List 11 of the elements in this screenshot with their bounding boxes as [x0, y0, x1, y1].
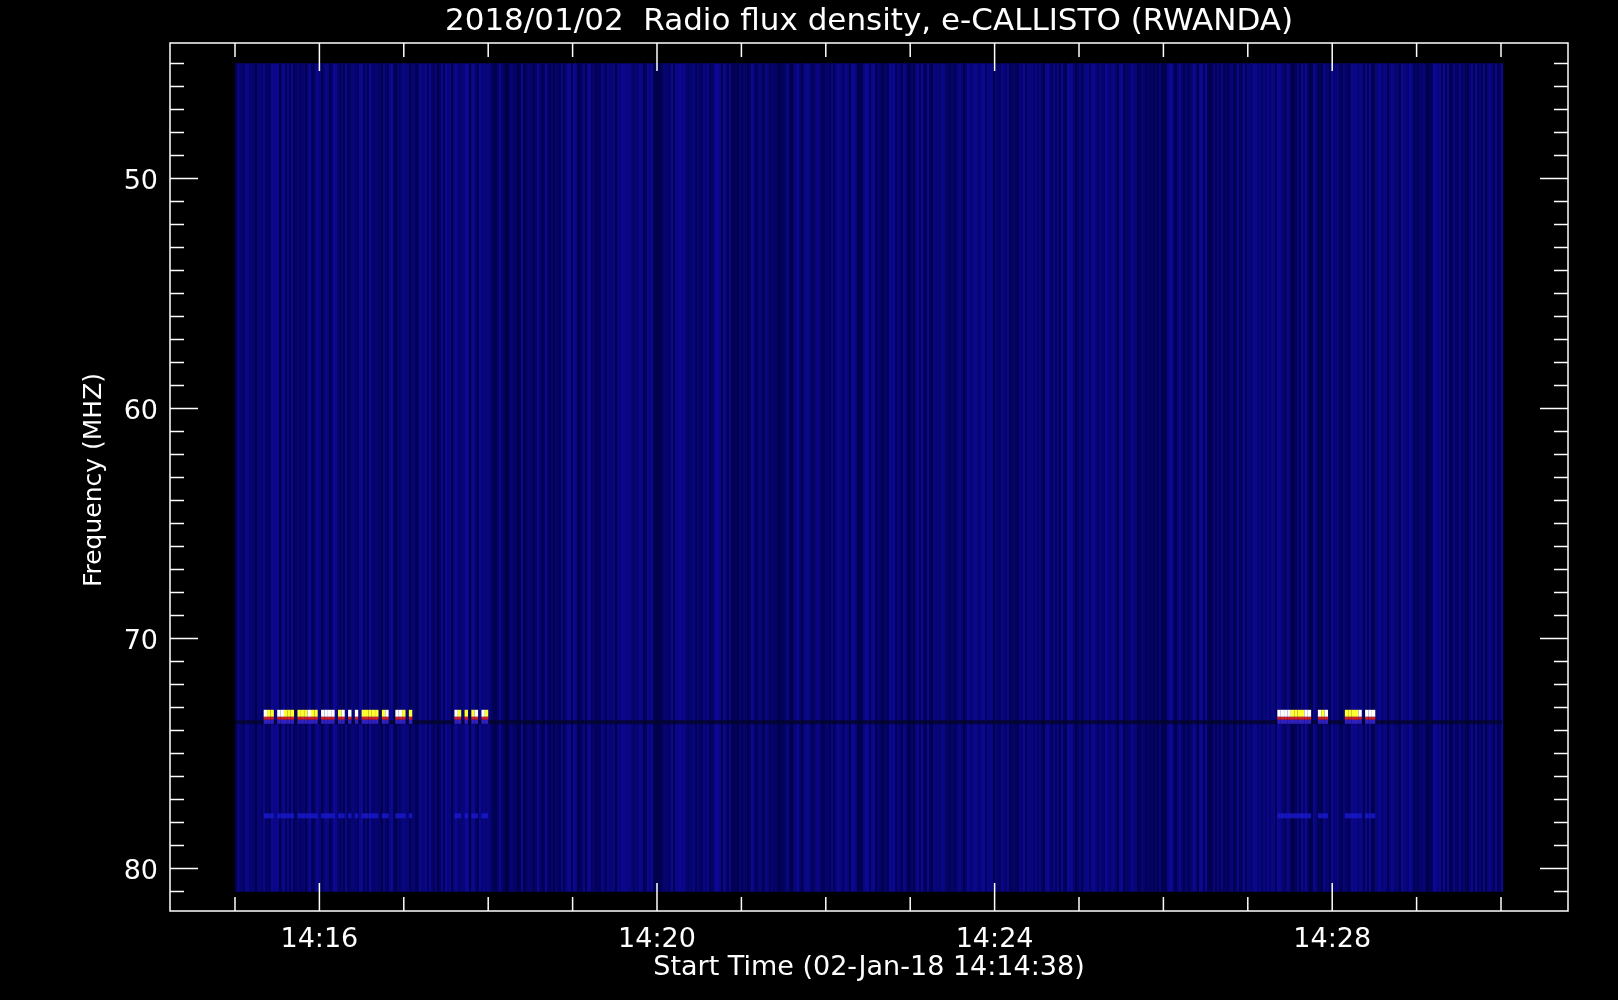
tick-label: 50	[123, 163, 158, 195]
tick-label: 60	[123, 393, 158, 425]
tick-label: 70	[123, 623, 158, 655]
tick-label: 14:20	[618, 922, 696, 953]
axis-label: Frequency (MHZ)	[78, 372, 107, 588]
tick-label: 14:16	[280, 922, 359, 953]
axis-label: Start Time (02-Jan-18 14:14:38)	[653, 950, 1085, 981]
tick-label: 14:28	[1293, 922, 1372, 953]
tick-label: 14:24	[955, 922, 1034, 953]
chart-title: 2018/01/02 Radio flux density, e-CALLISTO (RWANDA)	[444, 1, 1294, 37]
tick-label: 80	[123, 853, 158, 885]
